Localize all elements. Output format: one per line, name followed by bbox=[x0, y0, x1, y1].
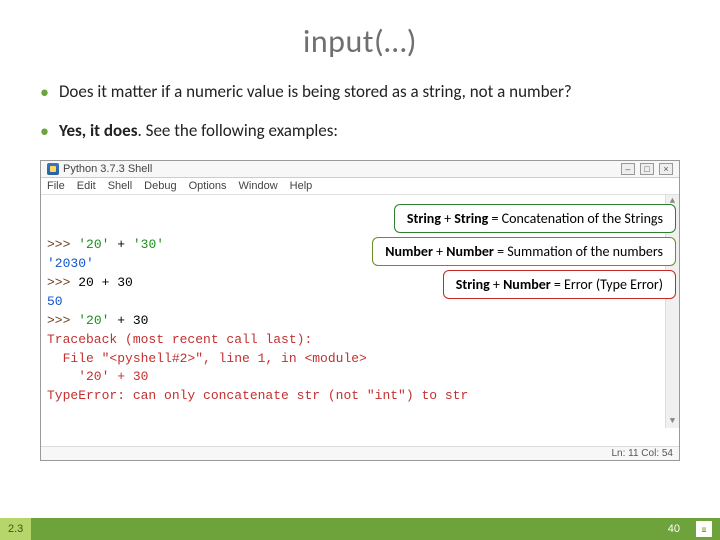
menu-window[interactable]: Window bbox=[239, 180, 278, 192]
bullet-list: • Does it matter if a numeric value is b… bbox=[0, 71, 720, 144]
bullet-text: Yes, it does. See the following examples… bbox=[59, 120, 680, 143]
minimize-icon[interactable]: – bbox=[621, 163, 635, 175]
shell-line: File "<pyshell#2>", line 1, in <module> bbox=[47, 350, 673, 369]
bullet-text: Does it matter if a numeric value is bei… bbox=[59, 81, 680, 104]
menu-file[interactable]: File bbox=[47, 180, 65, 192]
bullet-item: • Does it matter if a numeric value is b… bbox=[40, 81, 680, 104]
bullet-item: • Yes, it does. See the following exampl… bbox=[40, 120, 680, 143]
shell-line: >>> '20' + 30 bbox=[47, 312, 673, 331]
menu-options[interactable]: Options bbox=[189, 180, 227, 192]
close-icon[interactable]: × bbox=[659, 163, 673, 175]
callout-number-sum: Number + Number = Summation of the numbe… bbox=[372, 237, 676, 266]
menu-edit[interactable]: Edit bbox=[77, 180, 96, 192]
shell-line: '20' + 30 bbox=[47, 368, 673, 387]
bullet-dot-icon: • bbox=[40, 81, 49, 104]
callout-string-concat: String + String = Concatenation of the S… bbox=[394, 204, 676, 233]
shell-window-title: Python 3.7.3 Shell bbox=[63, 163, 152, 175]
python-icon bbox=[47, 163, 59, 175]
slide-footer: 2.3 40 ≡ bbox=[0, 518, 720, 540]
menu-help[interactable]: Help bbox=[290, 180, 313, 192]
shell-titlebar: Python 3.7.3 Shell – □ × bbox=[41, 161, 679, 178]
bullet-dot-icon: • bbox=[40, 120, 49, 143]
menu-shell[interactable]: Shell bbox=[108, 180, 132, 192]
slide-title: input(…) bbox=[0, 0, 720, 71]
shell-status: Ln: 11 Col: 54 bbox=[41, 446, 679, 460]
callout-type-error: String + Number = Error (Type Error) bbox=[443, 270, 676, 299]
python-shell-container: Python 3.7.3 Shell – □ × File Edit Shell… bbox=[40, 160, 680, 461]
footer-page-number: 40 bbox=[668, 523, 696, 535]
maximize-icon[interactable]: □ bbox=[640, 163, 654, 175]
slide: input(…) • Does it matter if a numeric v… bbox=[0, 0, 720, 540]
shell-line: Traceback (most recent call last): bbox=[47, 331, 673, 350]
menu-debug[interactable]: Debug bbox=[144, 180, 176, 192]
shell-line: TypeError: can only concatenate str (not… bbox=[47, 387, 673, 406]
footer-section: 2.3 bbox=[0, 518, 31, 540]
shell-menubar: File Edit Shell Debug Options Window Hel… bbox=[41, 178, 679, 195]
window-controls: – □ × bbox=[619, 163, 673, 175]
footer-logo-icon: ≡ bbox=[696, 521, 712, 537]
